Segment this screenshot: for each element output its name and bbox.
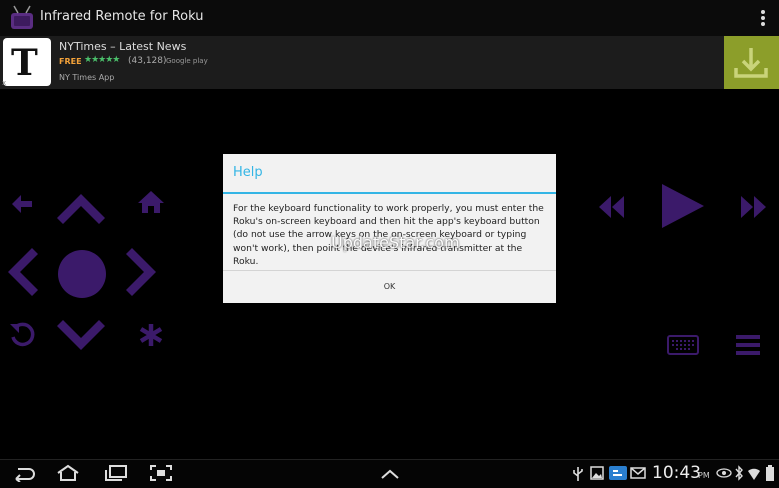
gallery-icon xyxy=(590,466,604,480)
system-bar: 10:43 PM xyxy=(0,459,779,488)
tv-icon[interactable] xyxy=(8,4,36,32)
screenshot-icon[interactable] xyxy=(150,465,172,481)
ad-publisher: NY Times App xyxy=(59,73,115,82)
action-bar: Infrared Remote for Roku xyxy=(0,0,779,36)
bluetooth-icon xyxy=(735,465,743,481)
ok-button[interactable]: OK xyxy=(223,271,556,303)
replay-button[interactable] xyxy=(8,320,36,348)
up-arrow-button[interactable] xyxy=(55,190,107,226)
eye-icon xyxy=(716,468,732,478)
ok-select-button[interactable] xyxy=(57,249,107,299)
recent-apps-icon[interactable] xyxy=(104,465,128,481)
keyboard-button[interactable] xyxy=(667,335,699,355)
ad-close-icon[interactable]: x xyxy=(2,79,6,87)
back-icon[interactable] xyxy=(12,466,36,482)
menu-button[interactable] xyxy=(735,334,761,356)
ad-rating-count: (43,128) xyxy=(128,56,167,66)
ad-rating-stars: ★★★★★ xyxy=(84,55,120,65)
left-arrow-button[interactable] xyxy=(4,246,40,298)
mail-icon xyxy=(630,467,646,479)
watermark: UpdateStar.com xyxy=(331,233,460,252)
app-title: Infrared Remote for Roku xyxy=(40,9,204,24)
rewind-button[interactable] xyxy=(597,194,625,220)
google-play-badge: Google play xyxy=(166,57,208,65)
battery-icon xyxy=(766,465,774,481)
dialog-title: Help xyxy=(233,165,263,180)
chevron-up-icon[interactable] xyxy=(380,468,400,480)
home-icon[interactable] xyxy=(55,464,81,482)
clock[interactable]: 10:43 xyxy=(652,463,701,483)
ad-price: FREE xyxy=(59,57,82,66)
clock-ampm: PM xyxy=(698,471,710,480)
down-arrow-button[interactable] xyxy=(55,320,107,354)
ad-title[interactable]: NYTimes – Latest News xyxy=(59,40,186,53)
dialog-title-divider xyxy=(223,192,556,194)
play-pause-button[interactable] xyxy=(660,182,706,230)
download-icon xyxy=(734,48,768,78)
fast-forward-button[interactable] xyxy=(740,194,768,220)
back-arrow-button[interactable] xyxy=(8,190,36,218)
wifi-icon xyxy=(748,468,760,480)
right-arrow-button[interactable] xyxy=(124,246,160,298)
ad-download-button[interactable] xyxy=(724,36,779,89)
overflow-menu-icon[interactable] xyxy=(761,10,765,26)
sd-card-icon xyxy=(609,466,627,480)
nytimes-logo[interactable]: T xyxy=(3,38,51,86)
usb-icon xyxy=(573,467,583,481)
home-button[interactable] xyxy=(137,189,165,215)
ad-banner[interactable]: T NYTimes – Latest News FREE ★★★★★ (43,1… xyxy=(0,36,779,89)
help-dialog: Help For the keyboard functionality to w… xyxy=(223,154,556,303)
options-star-button[interactable] xyxy=(138,322,164,348)
